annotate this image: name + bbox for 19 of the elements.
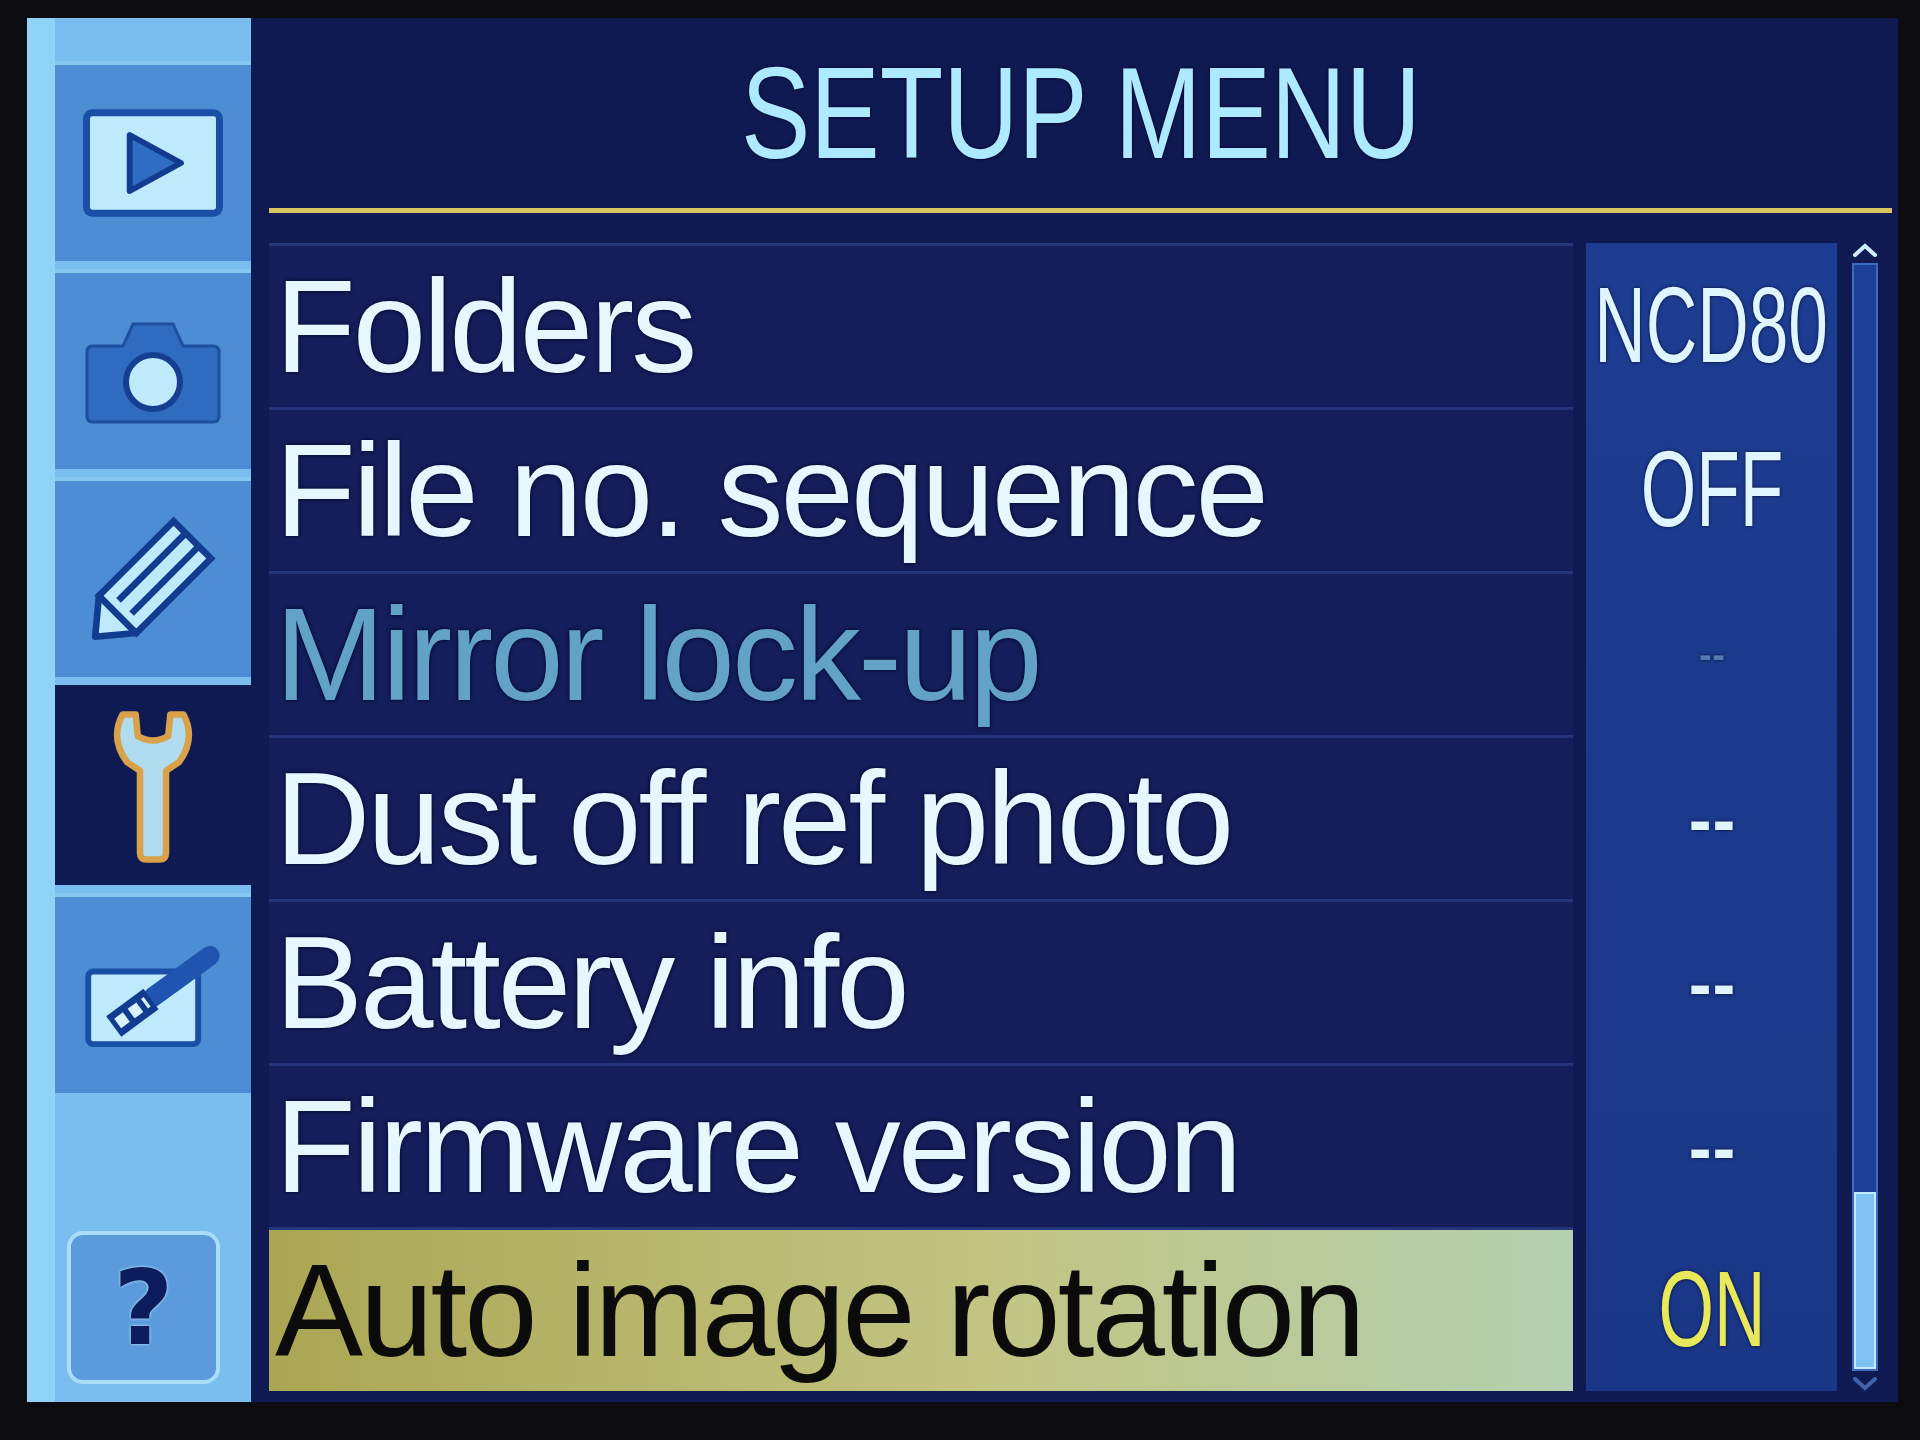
help-button[interactable]: ? bbox=[67, 1231, 220, 1384]
setting-value: -- bbox=[1687, 1091, 1736, 1199]
menu-item[interactable]: File no. sequence bbox=[269, 407, 1573, 571]
menu-item[interactable]: Battery info bbox=[269, 899, 1573, 1063]
menu-item[interactable]: Folders bbox=[269, 243, 1573, 407]
setting-value: -- bbox=[1698, 623, 1725, 683]
setting-value: -- bbox=[1687, 927, 1736, 1035]
menu-item[interactable]: Dust off ref photo bbox=[269, 735, 1573, 899]
setting-value: ON bbox=[1658, 1255, 1765, 1363]
setting-value: -- bbox=[1687, 763, 1736, 871]
setting-value: NCD80 bbox=[1594, 271, 1829, 379]
menu-tab[interactable] bbox=[55, 685, 251, 885]
menu-item[interactable]: Firmware version bbox=[269, 1063, 1573, 1227]
menu-title: SETUP MENU bbox=[740, 48, 1421, 178]
play-icon bbox=[83, 109, 223, 217]
menu-item[interactable]: Auto image rotation bbox=[269, 1227, 1573, 1391]
scrollbar-thumb[interactable] bbox=[1853, 1192, 1876, 1369]
setting-value: OFF bbox=[1640, 435, 1783, 543]
scrollbar[interactable] bbox=[1851, 263, 1878, 1371]
